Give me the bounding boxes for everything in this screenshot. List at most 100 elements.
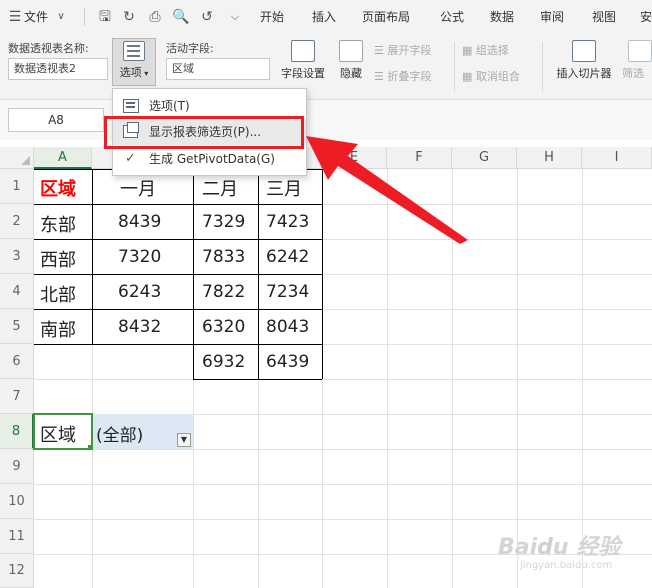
active-field-label: 活动字段:	[166, 42, 214, 55]
highlight-box	[104, 116, 304, 149]
table-border	[258, 169, 259, 379]
filter-connections-button[interactable]: 筛选	[622, 40, 652, 81]
cell-a4[interactable]: 北部	[40, 281, 76, 307]
redo-icon[interactable]: ↻	[120, 8, 138, 26]
cell-b5[interactable]: 8432	[118, 317, 161, 337]
options-button[interactable]: 选项 ▾	[112, 38, 156, 86]
hide-icon	[339, 40, 363, 62]
group-selection-button[interactable]: ▦ 组选择	[462, 42, 509, 60]
cell-d6[interactable]: 6439	[266, 352, 309, 372]
cell-b2[interactable]: 8439	[118, 212, 161, 232]
hamburger-menu-icon[interactable]: ☰	[6, 8, 24, 26]
row-header-3[interactable]: 3	[0, 239, 34, 274]
field-settings-button[interactable]: 字段设置	[276, 40, 330, 81]
cell-c4[interactable]: 7822	[202, 282, 245, 302]
options-label: 选项	[119, 66, 142, 79]
cell-a2[interactable]: 东部	[40, 211, 76, 237]
hide-button[interactable]: 隐藏	[334, 40, 368, 81]
insert-slicer-button[interactable]: 插入切片器	[550, 40, 618, 81]
undo-icon[interactable]: ↺	[198, 8, 216, 26]
active-cell-selection	[33, 413, 93, 450]
arrow-shape	[306, 136, 468, 244]
cell-b1[interactable]: 一月	[120, 175, 156, 201]
menu-review[interactable]: 审阅	[540, 0, 564, 34]
active-field-input[interactable]: 区域	[166, 58, 270, 80]
row-header-8[interactable]: 8	[0, 414, 34, 449]
filter-connections-icon	[628, 40, 652, 62]
cell-c1[interactable]: 二月	[202, 175, 238, 201]
cell-d4[interactable]: 7234	[266, 282, 309, 302]
cell-c3[interactable]: 7833	[202, 247, 245, 267]
cell-d3[interactable]: 6242	[266, 247, 309, 267]
pivot-name-field[interactable]: 数据透视表2	[8, 58, 108, 80]
menu-item-generate-getpivotdata-label: 生成 GetPivotData(G)	[149, 152, 275, 166]
fill-handle[interactable]	[88, 445, 93, 450]
cell-c2[interactable]: 7329	[202, 212, 245, 232]
row-header-9[interactable]: 9	[0, 449, 34, 484]
menu-bar: ☰ 文件 ∨ 🖫 ↻ ⎙ 🔍 ↺ ⌵ 开始 插入 页面布局 公式 数据 审阅 视…	[0, 0, 652, 34]
cell-d1[interactable]: 三月	[266, 175, 302, 201]
menu-security[interactable]: 安	[640, 0, 652, 34]
gridline	[34, 449, 652, 450]
separator	[454, 42, 455, 92]
row-header-4[interactable]: 4	[0, 274, 34, 309]
field-settings-label: 字段设置	[281, 67, 325, 80]
row-header-11[interactable]: 11	[0, 519, 34, 554]
collapse-field-label: 折叠字段	[387, 70, 432, 83]
ungroup-button[interactable]: ▦ 取消组合	[462, 68, 520, 86]
row-header-12[interactable]: 12	[0, 554, 34, 588]
menu-insert[interactable]: 插入	[312, 0, 336, 34]
cell-c5[interactable]: 6320	[202, 317, 245, 337]
row-header-10[interactable]: 10	[0, 484, 34, 519]
watermark-logo: Baidu 经验	[498, 535, 621, 560]
separator	[84, 8, 85, 26]
print-icon[interactable]: ⎙	[146, 8, 164, 26]
row-header-6[interactable]: 6	[0, 344, 34, 379]
filter-connections-label: 筛选	[622, 67, 644, 80]
column-header-a[interactable]: A	[34, 147, 92, 169]
select-all-corner[interactable]	[0, 147, 34, 169]
cell-b4[interactable]: 6243	[118, 282, 161, 302]
table-border	[34, 274, 322, 275]
menu-formulas[interactable]: 公式	[440, 0, 464, 34]
cell-c6[interactable]: 6932	[202, 352, 245, 372]
collapse-field-icon: ☰	[374, 70, 388, 83]
table-border	[34, 204, 322, 205]
expand-field-label: 展开字段	[387, 44, 432, 57]
menu-view[interactable]: 视图	[592, 0, 616, 34]
menu-item-generate-getpivotdata[interactable]: ✓ 生成 GetPivotData(G)	[113, 146, 306, 172]
cell-a1[interactable]: 区域	[40, 175, 76, 201]
column-header-i[interactable]: I	[582, 147, 652, 169]
hide-label: 隐藏	[340, 67, 362, 80]
cell-d5[interactable]: 8043	[266, 317, 309, 337]
row-header-2[interactable]: 2	[0, 204, 34, 239]
gridline	[34, 379, 652, 380]
column-header-h[interactable]: H	[517, 147, 582, 169]
chevron-down-icon[interactable]: ∨	[52, 8, 70, 26]
ungroup-icon: ▦	[462, 70, 476, 83]
field-settings-icon	[291, 40, 315, 62]
row-header-5[interactable]: 5	[0, 309, 34, 344]
dropdown-arrow-icon: ▾	[141, 69, 149, 78]
row-header-1[interactable]: 1	[0, 169, 34, 204]
filter-dropdown-icon[interactable]: ▼	[177, 433, 191, 447]
table-border	[193, 379, 322, 380]
name-box[interactable]: A8	[8, 108, 104, 132]
menu-home[interactable]: 开始	[260, 0, 284, 34]
expand-field-button[interactable]: ☰ 展开字段	[374, 42, 431, 60]
cell-a3[interactable]: 西部	[40, 246, 76, 272]
cell-b8[interactable]: (全部)	[96, 421, 143, 446]
cell-b3[interactable]: 7320	[118, 247, 161, 267]
separator	[542, 42, 543, 92]
file-menu[interactable]: 文件	[24, 0, 48, 34]
cell-a5[interactable]: 南部	[40, 316, 76, 342]
collapse-field-button[interactable]: ☰ 折叠字段	[374, 68, 431, 86]
more-icon[interactable]: ⌵	[226, 8, 244, 26]
print-preview-icon[interactable]: 🔍	[172, 8, 190, 26]
group-icon: ▦	[462, 44, 476, 57]
menu-page-layout[interactable]: 页面布局	[362, 0, 410, 34]
insert-slicer-label: 插入切片器	[556, 67, 612, 80]
menu-data[interactable]: 数据	[490, 0, 514, 34]
row-header-7[interactable]: 7	[0, 379, 34, 414]
save-icon[interactable]: 🖫	[96, 8, 114, 26]
